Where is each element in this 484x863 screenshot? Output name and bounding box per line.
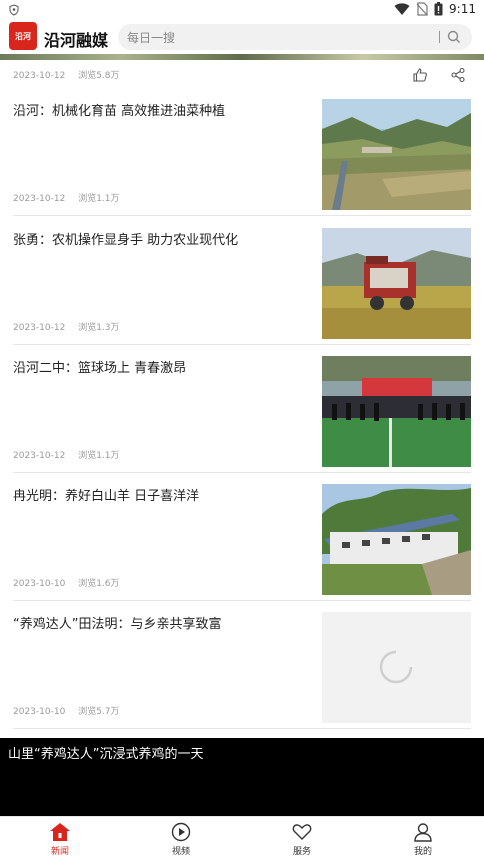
news-item-meta: 2023-10-12 浏览1.1万 (13, 448, 130, 461)
app-header: 沿河 沿河融媒 每日一搜 (0, 20, 484, 58)
news-item-meta: 2023-10-10 浏览5.7万 (13, 704, 130, 717)
news-item-date: 2023-10-12 (13, 323, 66, 333)
news-item-title: “养鸡达人”田法明：与乡亲共享致富 (13, 617, 222, 632)
news-thumbnail (322, 356, 471, 467)
news-item-views: 浏览5.7万 (78, 707, 120, 717)
home-icon (50, 823, 70, 841)
top-item-date: 2023-10-12 (13, 71, 66, 81)
tab-label: 服务 (292, 847, 311, 857)
news-item[interactable]: 沿河：机械化育苗 高效推进油菜种植 2023-10-12 浏览1.1万 (0, 88, 484, 216)
search-box[interactable]: 每日一搜 (118, 24, 472, 50)
news-thumbnail (322, 228, 471, 339)
search-placeholder: 每日一搜 (127, 31, 176, 45)
news-thumbnail (322, 484, 471, 595)
app-title: 沿河融媒 (44, 31, 109, 50)
news-item-title: 冉光明：养好白山羊 日子喜洋洋 (13, 489, 200, 504)
tab-news[interactable]: 新闻 (30, 821, 90, 857)
news-item-views: 浏览1.1万 (78, 451, 120, 461)
news-item-meta: 2023-10-10 浏览1.6万 (13, 576, 130, 589)
top-item-meta: 2023-10-12 浏览5.8万 (13, 68, 130, 81)
tab-service[interactable]: 服务 (272, 821, 332, 857)
bottom-tab-bar: 新闻 视频 服务 我的 (0, 816, 484, 863)
banner-strip (0, 54, 484, 60)
app-logo[interactable]: 沿河 (9, 22, 37, 50)
news-item-title: 沿河二中：篮球场上 青春激昂 (13, 361, 187, 376)
search-divider (439, 31, 440, 43)
news-item-date: 2023-10-10 (13, 579, 66, 589)
news-item-date: 2023-10-10 (13, 707, 66, 717)
play-icon (171, 822, 191, 842)
news-item-meta: 2023-10-12 浏览1.1万 (13, 191, 130, 204)
wifi-icon (394, 3, 410, 15)
news-item-views: 浏览1.1万 (78, 194, 120, 204)
tab-label: 视频 (171, 847, 190, 857)
news-item-title: 沿河：机械化育苗 高效推进油菜种植 (13, 104, 226, 119)
status-bar: 9:11 (0, 0, 484, 20)
tab-label: 新闻 (50, 847, 69, 857)
news-item-date: 2023-10-12 (13, 451, 66, 461)
news-item-date: 2023-10-12 (13, 194, 66, 204)
news-item[interactable]: 沿河二中：篮球场上 青春激昂 2023-10-12 浏览1.1万 (0, 345, 484, 473)
news-item[interactable]: “养鸡达人”田法明：与乡亲共享致富 2023-10-10 浏览5.7万 (0, 601, 484, 729)
loading-spinner-icon (379, 650, 413, 684)
news-thumbnail (322, 99, 471, 210)
divider (13, 215, 471, 216)
news-thumbnail-loading (322, 612, 471, 723)
tab-mine[interactable]: 我的 (393, 821, 453, 857)
battery-icon (434, 2, 443, 16)
tab-video[interactable]: 视频 (151, 821, 211, 857)
divider (13, 728, 471, 729)
video-player[interactable]: 山里“养鸡达人”沉浸式养鸡的一天 (0, 738, 484, 816)
news-item-views: 浏览1.3万 (78, 323, 120, 333)
news-item-meta: 2023-10-12 浏览1.3万 (13, 320, 130, 333)
no-sim-icon (416, 2, 428, 16)
news-item[interactable]: 冉光明：养好白山羊 日子喜洋洋 2023-10-10 浏览1.6万 (0, 473, 484, 601)
search-icon[interactable] (446, 29, 462, 45)
clock-time: 9:11 (449, 2, 476, 16)
video-title: 山里“养鸡达人”沉浸式养鸡的一天 (8, 747, 204, 762)
top-item-views: 浏览5.8万 (78, 71, 120, 81)
shield-icon (9, 4, 19, 16)
news-item-views: 浏览1.6万 (78, 579, 120, 589)
news-item[interactable]: 张勇：农机操作显身手 助力农业现代化 2023-10-12 浏览1.3万 (0, 217, 484, 345)
news-item-title: 张勇：农机操作显身手 助力农业现代化 (13, 233, 239, 248)
app-logo-text: 沿河 (15, 31, 31, 41)
heart-icon (292, 824, 312, 840)
user-icon (414, 823, 432, 842)
thumbs-up-icon[interactable] (412, 67, 428, 83)
tab-label: 我的 (413, 847, 432, 857)
share-icon[interactable] (450, 67, 466, 83)
